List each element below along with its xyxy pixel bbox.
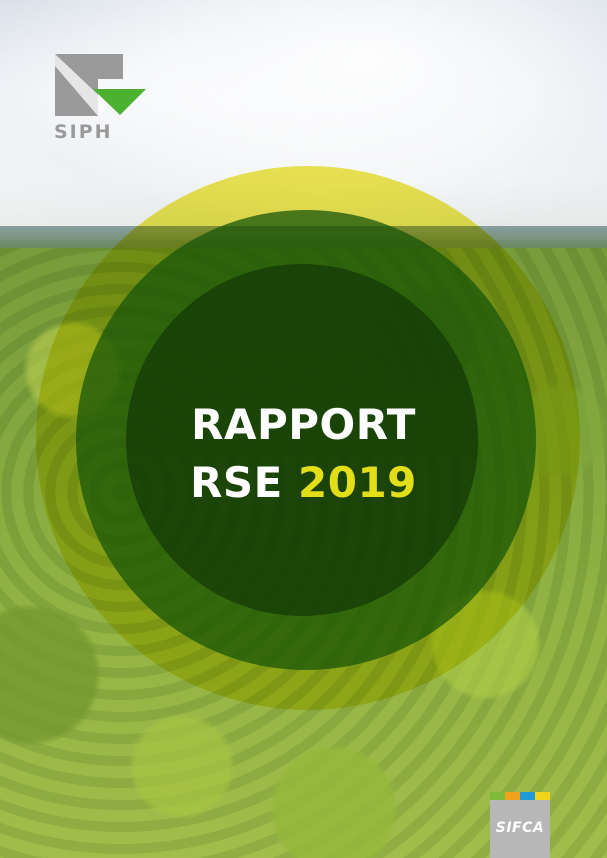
sifca-logo: SIFCA [490,792,550,858]
report-title: RAPPORT RSE 2019 [0,396,607,512]
sifca-stripe-blue [520,792,535,800]
sifca-stripe-green [490,792,505,800]
title-line-rapport: RAPPORT [191,400,416,449]
title-line-rse-2019: RSE 2019 [0,454,607,512]
sifca-stripe-yellow [535,792,550,800]
title-year: 2019 [298,458,417,507]
sifca-stripe-orange [505,792,520,800]
report-cover: RAPPORT RSE 2019 SIPH SIFCA [0,0,607,858]
title-rse-text: RSE [190,458,298,507]
sifca-logo-text: SIFCA [495,820,545,836]
siph-logo-text: SIPH [54,121,113,143]
sifca-color-stripes [490,792,550,800]
